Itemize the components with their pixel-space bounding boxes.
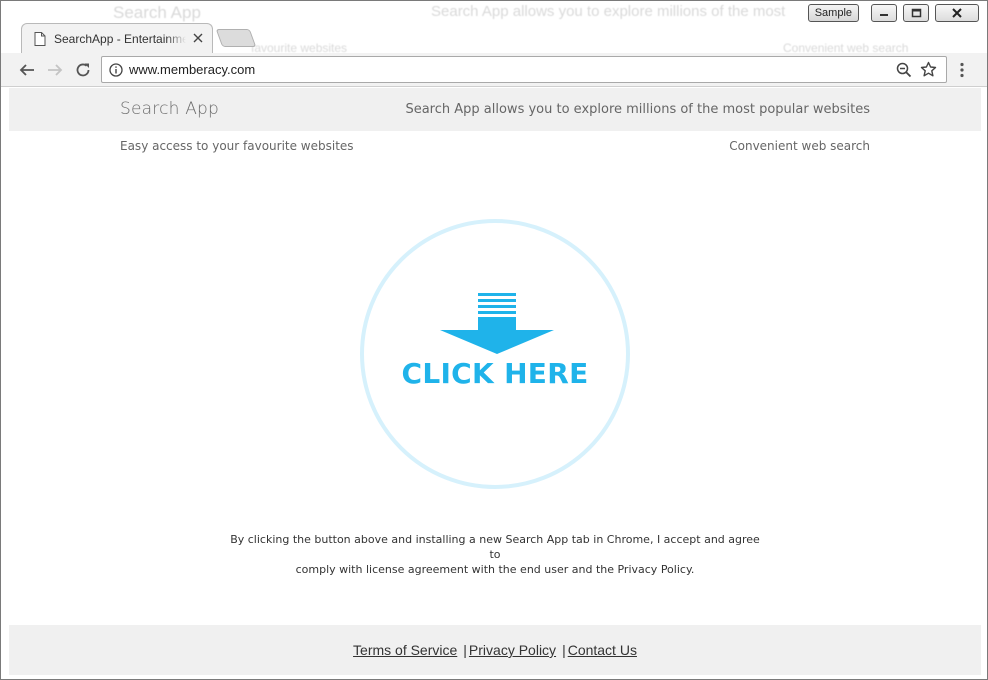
feature-favourites: Easy access to your favourite websites [120,139,354,153]
back-arrow-icon [19,64,34,76]
ghost-feature-right: Convenient web search [783,41,909,53]
maximize-button[interactable] [903,4,929,22]
page-icon [34,31,46,46]
terms-of-service-link[interactable]: Terms of Service [353,642,457,658]
web-page: Search App Search App allows you to expl… [9,88,981,675]
url-text[interactable]: www.memberacy.com [129,62,255,77]
feature-web-search: Convenient web search [729,139,870,153]
reload-icon [76,63,90,77]
browser-tab[interactable]: SearchApp - Entertainment [21,23,213,53]
more-vert-icon [960,62,964,78]
legal-disclaimer: By clicking the button above and install… [229,532,761,577]
page-footer: Terms of Service | Privacy Policy | Cont… [9,625,981,675]
tab-close-icon[interactable] [192,32,204,44]
minimize-button[interactable] [871,4,897,22]
close-window-button[interactable] [935,4,979,22]
maximize-icon [911,8,921,18]
header-tagline: Search App allows you to explore million… [405,102,870,117]
address-bar[interactable]: www.memberacy.com [101,56,947,83]
title-bar: Search App Search App allows you to expl… [1,1,987,53]
privacy-policy-link[interactable]: Privacy Policy [469,642,556,658]
browser-window: Search App Search App allows you to expl… [0,0,988,680]
close-icon [952,8,962,18]
forward-arrow-icon [48,64,63,76]
click-here-button[interactable]: CLICK HERE [360,219,630,489]
browser-toolbar: www.memberacy.com [1,53,987,87]
brand-title: Search App [120,99,220,119]
ghost-brand: Search App [113,3,201,22]
legal-line-2: comply with license agreement with the e… [295,563,695,576]
window-controls: Sample [807,4,979,22]
footer-separator: | [463,642,467,658]
download-arrow-icon [440,293,554,354]
zoom-out-icon[interactable] [896,62,912,78]
ghost-feature-left: favourite websites [251,41,348,53]
footer-separator: | [562,642,566,658]
contact-us-link[interactable]: Contact Us [568,642,637,658]
tab-title: SearchApp - Entertainment [54,31,186,46]
click-here-label: CLICK HERE [401,357,589,390]
sample-badge: Sample [807,4,859,22]
ghost-tagline: Search App allows you to explore million… [431,3,786,20]
back-button[interactable] [17,60,37,80]
bookmark-star-icon[interactable] [920,61,937,78]
info-icon[interactable] [109,63,123,77]
reload-button[interactable] [73,60,93,80]
legal-line-1: By clicking the button above and install… [230,533,760,561]
page-header: Search App Search App allows you to expl… [9,88,981,131]
forward-button[interactable] [45,60,65,80]
browser-menu-button[interactable] [955,60,969,80]
minimize-icon [880,14,888,16]
new-tab-button[interactable] [215,29,257,47]
